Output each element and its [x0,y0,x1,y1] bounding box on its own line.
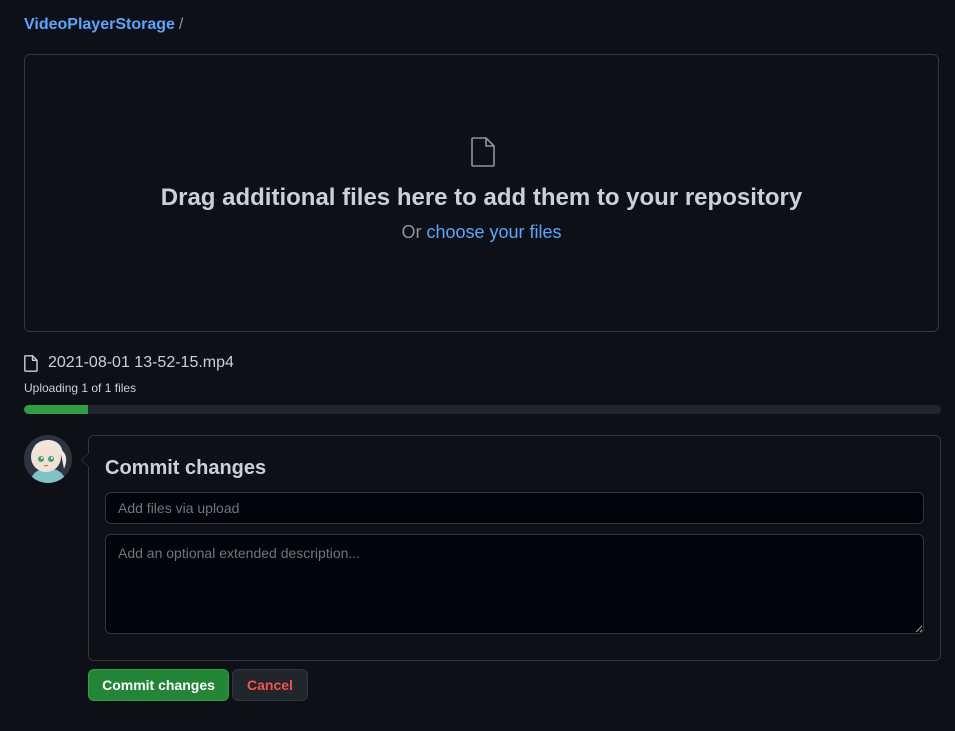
dropzone-subtitle: Or choose your files [25,220,938,244]
upload-page: VideoPlayerStorage / Drag additional file… [0,0,955,731]
upload-progress-fill [24,405,89,414]
avatar[interactable] [24,435,72,483]
breadcrumb-separator: / [178,16,184,33]
commit-form: Commit changes [81,435,941,661]
commit-description-textarea[interactable] [105,534,924,634]
commit-summary-input[interactable] [105,492,924,524]
uploaded-file-name: 2021-08-01 13-52-15.mp4 [48,354,234,371]
breadcrumb-repo-link[interactable]: VideoPlayerStorage [24,16,175,33]
file-icon [471,137,495,167]
avatar-image [24,435,72,483]
upload-progress-bar [24,405,941,414]
upload-status: Uploading 1 of 1 files [24,381,137,395]
cancel-button[interactable]: Cancel [232,669,308,701]
dropzone-or-text: Or [401,222,427,242]
uploaded-file-row: 2021-08-01 13-52-15.mp4 [24,353,234,373]
choose-files-link[interactable]: choose your files [426,222,561,242]
commit-changes-button[interactable]: Commit changes [88,669,229,701]
file-icon [24,354,38,372]
dropzone-title: Drag additional files here to add them t… [160,184,803,211]
file-dropzone[interactable]: Drag additional files here to add them t… [24,54,939,332]
breadcrumb: VideoPlayerStorage / [24,15,183,35]
commit-heading: Commit changes [105,457,267,479]
